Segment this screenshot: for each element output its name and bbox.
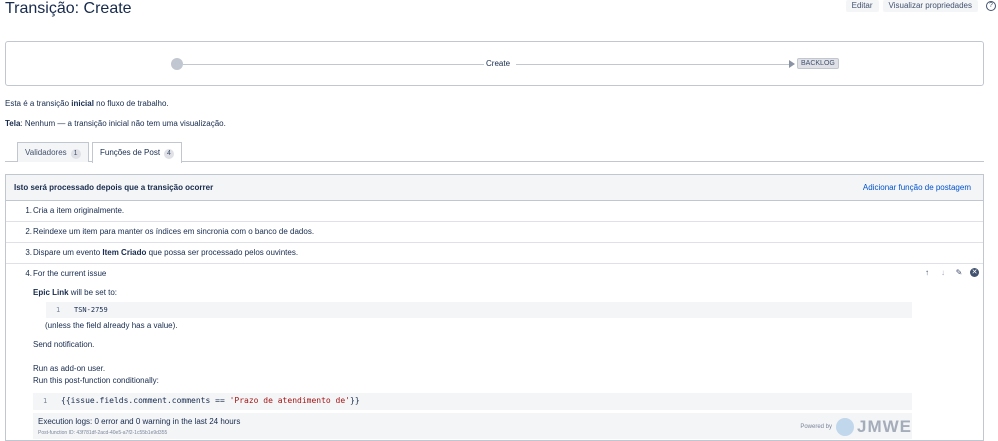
note-text: no fluxo de trabalho.	[93, 99, 169, 108]
arrow-head-icon	[789, 60, 795, 68]
row-text: For the current issue	[33, 269, 107, 278]
row-controls: ↑ ↓ ✎ ✕	[922, 268, 979, 277]
value-code-block: 1 TSN-2759	[46, 302, 912, 318]
delete-icon[interactable]: ✕	[970, 268, 979, 277]
field-text: will be set to:	[68, 288, 118, 297]
add-post-function-link[interactable]: Adicionar função de postagem	[863, 183, 971, 192]
code-part: {{issue.fields.comment.comments ==	[61, 396, 230, 405]
view-properties-button[interactable]: Visualizar propriedades	[882, 0, 978, 12]
row-text: Reindexe um item para manter os índices …	[33, 227, 315, 236]
unless-note: (unless the field already has a value).	[45, 321, 178, 330]
table-header-text: Isto será processado depois que a transi…	[14, 183, 214, 192]
tab-bar: Validadores 1 Funções de Post 4	[5, 142, 984, 163]
field-assignment: Epic Link will be set to:	[33, 288, 117, 297]
initial-transition-note: Esta é a transição inicial no fluxo de t…	[5, 99, 169, 108]
table-row: 3. Dispare um evento Item Criado que pos…	[6, 243, 983, 264]
code-text: {{issue.fields.comment.comments == 'Praz…	[61, 396, 360, 405]
screen-note: Tela: Nenhum — a transição inicial não t…	[5, 119, 226, 128]
table-header: Isto será processado depois que a transi…	[6, 175, 983, 201]
tab-validators[interactable]: Validadores 1	[17, 142, 89, 162]
workflow-diagram: Create BACKLOG	[5, 41, 984, 86]
note-bold: inicial	[71, 99, 94, 108]
run-as-text: Run as add-on user.	[33, 364, 106, 373]
powered-by: Powered by JMWE	[800, 417, 912, 437]
row-text-part: Dispare um evento	[33, 248, 103, 257]
page-title: Transição: Create	[5, 0, 132, 17]
move-up-icon[interactable]: ↑	[922, 268, 932, 277]
execution-logs: Execution logs: 0 error and 0 warning in…	[33, 413, 912, 439]
jmwe-logo-icon	[836, 418, 854, 436]
table-row: 1. Cria a item originalmente.	[6, 201, 983, 222]
count-badge: 4	[164, 149, 174, 159]
count-badge: 1	[70, 149, 81, 159]
row-number: 1.	[25, 206, 32, 215]
transition-line-right	[516, 64, 791, 65]
field-name: Epic Link	[33, 288, 69, 297]
line-number: 1	[56, 306, 61, 314]
condition-code-block: 1 {{issue.fields.comment.comments == 'Pr…	[33, 393, 912, 410]
initial-node	[171, 58, 183, 70]
screen-label: Tela	[5, 119, 21, 128]
jmwe-brand: JMWE	[857, 417, 912, 436]
row-number: 3.	[25, 248, 32, 257]
screen-text: : Nenhum — a transição inicial não tem u…	[20, 119, 226, 128]
transition-line-left	[183, 64, 484, 65]
tab-post-functions[interactable]: Funções de Post 4	[92, 142, 182, 163]
status-backlog: BACKLOG	[797, 58, 839, 69]
send-notification-text: Send notification.	[33, 340, 95, 349]
row-text-part: que possa ser processado pelos ouvintes.	[146, 248, 299, 257]
post-function-id: Post-function ID: 43f781df-2acd-40e5-a7f…	[38, 430, 168, 436]
move-down-icon[interactable]: ↓	[938, 268, 948, 277]
powered-by-text: Powered by	[800, 424, 832, 430]
row-number: 4.	[25, 269, 32, 278]
edit-button[interactable]: Editar	[845, 0, 879, 12]
help-icon[interactable]: ?	[986, 1, 996, 11]
table-row-jmwe: 4. ↑ ↓ ✎ ✕ For the current issue Epic Li…	[6, 264, 983, 440]
tab-label: Validadores	[25, 148, 67, 157]
row-text: Cria a item originalmente.	[33, 206, 125, 215]
note-text: Esta é a transição	[5, 99, 72, 108]
row-number: 2.	[25, 227, 32, 236]
transition-label: Create	[484, 59, 513, 68]
line-number: 1	[43, 397, 48, 405]
top-actions: Editar Visualizar propriedades ?	[842, 0, 998, 12]
execution-logs-link[interactable]: Execution logs: 0 error and 0 warning in…	[38, 417, 240, 426]
edit-pencil-icon[interactable]: ✎	[954, 268, 964, 277]
code-part: }}	[350, 396, 360, 405]
event-name: Item Criado	[102, 248, 147, 257]
run-conditionally-text: Run this post-function conditionally:	[33, 376, 159, 385]
code-string: 'Prazo de atendimento de'	[229, 396, 350, 405]
table-row: 2. Reindexe um item para manter os índic…	[6, 222, 983, 243]
row-text: Dispare um evento Item Criado que possa …	[33, 248, 298, 257]
post-functions-table: Isto será processado depois que a transi…	[5, 174, 984, 441]
code-text: TSN-2759	[74, 306, 108, 314]
tab-label: Funções de Post	[100, 148, 161, 157]
